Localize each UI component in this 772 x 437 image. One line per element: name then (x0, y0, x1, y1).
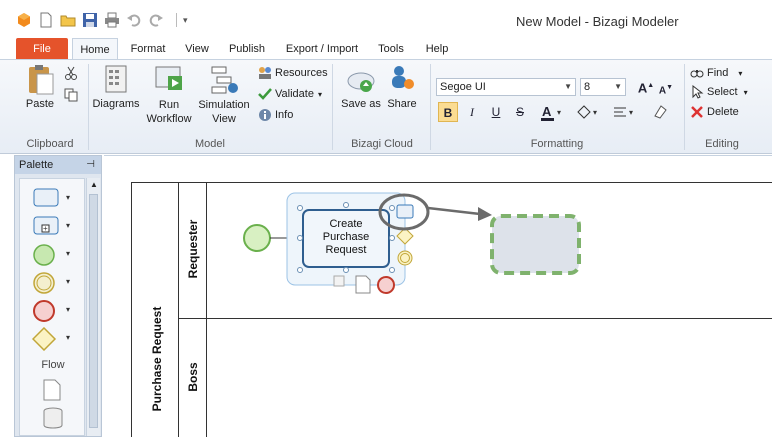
resize-handle[interactable] (297, 235, 303, 241)
start-event[interactable] (243, 224, 271, 252)
resize-handle[interactable] (297, 267, 303, 273)
quick-add-task-icon[interactable] (396, 204, 414, 219)
quick-add-end-event-icon[interactable] (377, 276, 395, 294)
arrowhead-icon (478, 207, 492, 221)
resize-handle[interactable] (389, 267, 395, 273)
ghost-task-placeholder (490, 214, 581, 275)
task-label: Create Purchase Request (322, 218, 370, 256)
resize-handle[interactable] (297, 205, 303, 211)
drag-arrow (427, 206, 481, 216)
quick-add-annotation-icon[interactable] (333, 275, 345, 287)
resize-handle[interactable] (389, 235, 395, 241)
quick-add-data-object-icon[interactable] (355, 275, 371, 294)
resize-handle[interactable] (343, 202, 349, 208)
resize-handle[interactable] (343, 267, 349, 273)
resize-handle[interactable] (389, 205, 395, 211)
